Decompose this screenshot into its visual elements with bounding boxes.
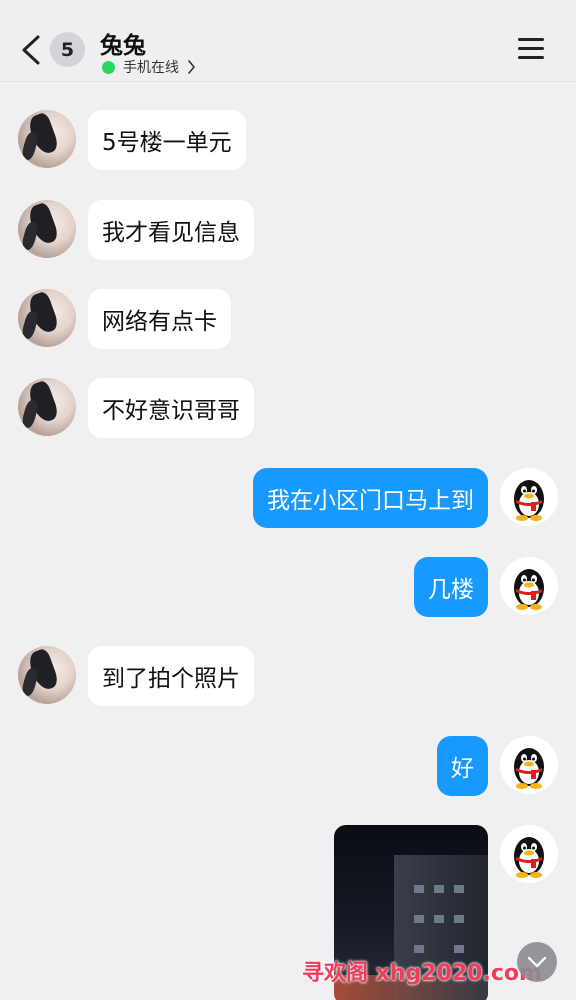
incoming-message-bubble[interactable]: 5号楼一单元: [88, 110, 246, 170]
message-row: 5号楼一单元: [0, 110, 576, 172]
chevron-left-icon: [22, 35, 40, 65]
message-row: 网络有点卡: [0, 289, 576, 351]
qq-penguin-icon: [514, 480, 544, 521]
qq-penguin-icon: [514, 569, 544, 610]
self-avatar[interactable]: [500, 825, 558, 883]
unread-count-badge[interactable]: 5: [50, 32, 85, 67]
contact-avatar[interactable]: [18, 646, 76, 704]
contact-avatar[interactable]: [18, 378, 76, 436]
contact-avatar[interactable]: [18, 289, 76, 347]
message-row: 不好意识哥哥: [0, 378, 576, 440]
message-row: 几楼: [0, 557, 576, 619]
watermark: 寻欢阁 xhg2020.com: [302, 961, 542, 986]
qq-penguin-icon: [514, 748, 544, 789]
incoming-message-bubble[interactable]: 网络有点卡: [88, 289, 231, 349]
back-button[interactable]: [18, 34, 44, 66]
contact-name[interactable]: 兔兔: [100, 26, 146, 60]
online-status[interactable]: 手机在线: [102, 57, 196, 77]
message-row: 我才看见信息: [0, 200, 576, 262]
scroll-down-button[interactable]: [517, 942, 557, 982]
contact-avatar[interactable]: [18, 110, 76, 168]
online-dot-icon: [102, 60, 115, 74]
outgoing-message-bubble[interactable]: 几楼: [414, 557, 488, 617]
self-avatar[interactable]: [500, 557, 558, 615]
message-row: 好: [0, 736, 576, 798]
message-row: 到了拍个照片: [0, 646, 576, 708]
qq-penguin-icon: [514, 837, 544, 878]
incoming-message-bubble[interactable]: 不好意识哥哥: [88, 378, 254, 438]
incoming-message-bubble[interactable]: 我才看见信息: [88, 200, 254, 260]
incoming-message-bubble[interactable]: 到了拍个照片: [88, 646, 254, 706]
contact-avatar[interactable]: [18, 200, 76, 258]
chat-header: 5 兔兔 手机在线: [0, 0, 576, 82]
chevron-down-icon: [527, 956, 547, 968]
outgoing-message-bubble[interactable]: 好: [437, 736, 488, 796]
message-row: 我在小区门口马上到: [0, 468, 576, 530]
online-status-label: 手机在线: [123, 60, 179, 76]
message-row: [0, 825, 576, 887]
menu-button[interactable]: [518, 38, 544, 62]
chevron-right-icon: [188, 60, 195, 74]
self-avatar[interactable]: [500, 468, 558, 526]
hamburger-menu-icon: [518, 38, 544, 41]
outgoing-message-bubble[interactable]: 我在小区门口马上到: [253, 468, 488, 528]
self-avatar[interactable]: [500, 736, 558, 794]
